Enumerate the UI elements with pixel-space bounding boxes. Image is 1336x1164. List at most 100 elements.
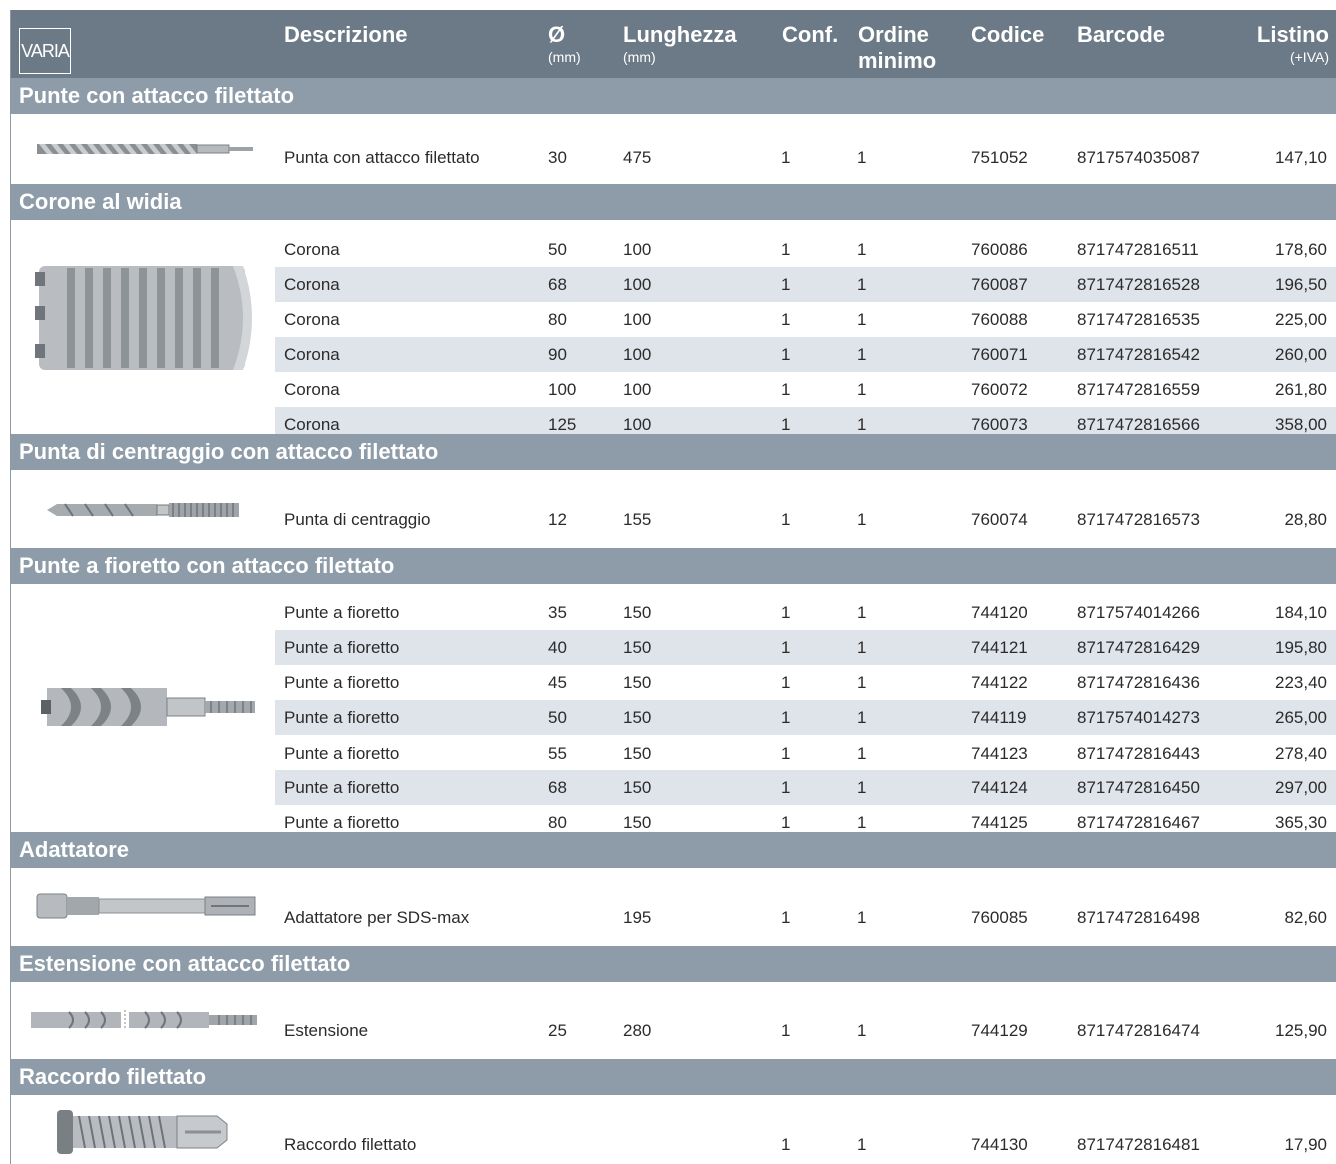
section-header: Raccordo filettato <box>11 1059 1336 1095</box>
col-conf: Conf. <box>782 22 839 47</box>
cell-listino: 28,80 <box>1284 510 1327 529</box>
section-header: Adattatore <box>11 832 1336 868</box>
cell-codice: 744119 <box>971 708 1027 727</box>
cell-descrizione: Punte a fioretto <box>284 673 400 692</box>
cell-diametro: 25 <box>548 1021 567 1040</box>
cell-descrizione: Estensione <box>284 1021 369 1040</box>
cell-lunghezza: 150 <box>623 708 652 727</box>
cell-barcode: 8717472816528 <box>1077 275 1200 294</box>
cell-codice: 744123 <box>971 744 1028 763</box>
cell-conf: 1 <box>781 908 791 927</box>
cell-barcode: 8717472816474 <box>1077 1021 1200 1040</box>
cell-lunghezza: 155 <box>623 510 652 529</box>
cell-conf: 1 <box>781 778 791 797</box>
cell-listino: 223,40 <box>1275 673 1327 692</box>
col-ordine-line2: minimo <box>858 48 937 73</box>
cell-ordine: 1 <box>857 275 867 294</box>
cell-barcode: 8717472816535 <box>1077 310 1200 329</box>
cell-conf: 1 <box>781 345 791 364</box>
cell-diametro: 68 <box>548 275 567 294</box>
cell-ordine: 1 <box>857 673 867 692</box>
cell-descrizione: Punte a fioretto <box>284 744 400 763</box>
cell-diametro: 55 <box>548 744 567 763</box>
cell-codice: 760087 <box>971 275 1028 294</box>
cell-descrizione: Punte a fioretto <box>284 778 400 797</box>
cell-ordine: 1 <box>857 310 867 329</box>
cell-barcode: 8717574014266 <box>1077 603 1200 622</box>
section-header: Corone al widia <box>11 184 1336 220</box>
cell-barcode: 8717472816481 <box>1077 1135 1200 1154</box>
table-header: VARIA Descrizione Ø (mm) Lunghezza (mm) … <box>11 10 1336 78</box>
cell-diametro: 45 <box>548 673 567 692</box>
cell-barcode: 8717472816429 <box>1077 638 1200 657</box>
cell-descrizione: Corona <box>284 345 340 364</box>
cell-ordine: 1 <box>857 638 867 657</box>
cell-descrizione: Corona <box>284 310 340 329</box>
cell-codice: 744130 <box>971 1135 1028 1154</box>
cell-ordine: 1 <box>857 345 867 364</box>
cell-descrizione: Corona <box>284 380 340 399</box>
section-header: Punta di centraggio con attacco filettat… <box>11 434 1336 470</box>
table-row: Punta di centraggio 12 155 1 1 760074 87… <box>275 482 1336 558</box>
cell-conf: 1 <box>781 510 791 529</box>
col-diametro-label: Ø <box>548 22 566 47</box>
cell-listino: 125,90 <box>1275 1021 1327 1040</box>
cell-conf: 1 <box>781 638 791 657</box>
threaded-coupling-icon <box>55 1108 229 1156</box>
cell-diametro: 12 <box>548 510 567 529</box>
cell-codice: 760088 <box>971 310 1028 329</box>
cell-descrizione: Corona <box>284 275 340 294</box>
cell-listino: 261,80 <box>1275 380 1327 399</box>
cell-lunghezza: 100 <box>623 310 652 329</box>
cell-conf: 1 <box>781 673 791 692</box>
col-descrizione: Descrizione <box>284 22 408 47</box>
cell-codice: 744129 <box>971 1021 1028 1040</box>
section-title: Punte con attacco filettato <box>19 83 295 108</box>
cell-codice: 760071 <box>971 345 1028 364</box>
section-title: Adattatore <box>19 837 130 862</box>
cell-lunghezza: 150 <box>623 744 652 763</box>
col-diametro-unit: (mm) <box>548 49 581 65</box>
auger-bit-icon <box>41 674 257 740</box>
cell-listino: 195,80 <box>1275 638 1327 657</box>
cell-conf: 1 <box>781 310 791 329</box>
threaded-drill-bit-icon <box>33 136 257 162</box>
col-lunghezza-unit: (mm) <box>623 49 656 65</box>
table-row: Corona 80 100 1 1 760088 8717472816535 2… <box>275 302 1336 337</box>
cell-codice: 760085 <box>971 908 1028 927</box>
cell-conf: 1 <box>781 275 791 294</box>
cell-lunghezza: 100 <box>623 240 652 259</box>
category-badge: VARIA <box>19 28 71 74</box>
cell-ordine: 1 <box>857 603 867 622</box>
cell-diametro: 90 <box>548 345 567 364</box>
cell-descrizione: Raccordo filettato <box>284 1135 417 1154</box>
col-lunghezza-label: Lunghezza <box>623 22 737 47</box>
cell-barcode: 8717574014273 <box>1077 708 1200 727</box>
cell-barcode: 8717472816542 <box>1077 345 1200 364</box>
table-row: Corona 50 100 1 1 760086 8717472816511 1… <box>275 232 1336 267</box>
cell-lunghezza: 100 <box>623 275 652 294</box>
cell-descrizione: Corona <box>284 240 340 259</box>
table-row: Raccordo filettato 1 1 744130 8717472816… <box>275 1108 1336 1164</box>
cell-ordine: 1 <box>857 778 867 797</box>
table-row: Punte a fioretto 35 150 1 1 744120 87175… <box>275 595 1336 630</box>
cell-ordine: 1 <box>857 1135 867 1154</box>
cell-conf: 1 <box>781 1021 791 1040</box>
catalog-table: VARIA Descrizione Ø (mm) Lunghezza (mm) … <box>10 10 1336 1164</box>
section-header: Punte con attacco filettato <box>11 78 1336 114</box>
section-title: Estensione con attacco filettato <box>19 951 351 976</box>
col-listino-label: Listino <box>1256 22 1329 47</box>
cell-lunghezza: 150 <box>623 603 652 622</box>
section-header: Estensione con attacco filettato <box>11 946 1336 982</box>
cell-descrizione: Punte a fioretto <box>284 708 400 727</box>
cell-ordine: 1 <box>857 240 867 259</box>
cell-barcode: 8717472816573 <box>1077 510 1200 529</box>
cell-conf: 1 <box>781 744 791 763</box>
cell-descrizione: Adattatore per SDS-max <box>284 908 470 927</box>
table-row: Punte a fioretto 55 150 1 1 744123 87174… <box>275 736 1336 771</box>
cell-listino: 265,00 <box>1275 708 1327 727</box>
cell-ordine: 1 <box>857 708 867 727</box>
cell-listino: 17,90 <box>1284 1135 1327 1154</box>
col-listino-unit: (+IVA) <box>1289 49 1329 65</box>
cell-conf: 1 <box>781 240 791 259</box>
